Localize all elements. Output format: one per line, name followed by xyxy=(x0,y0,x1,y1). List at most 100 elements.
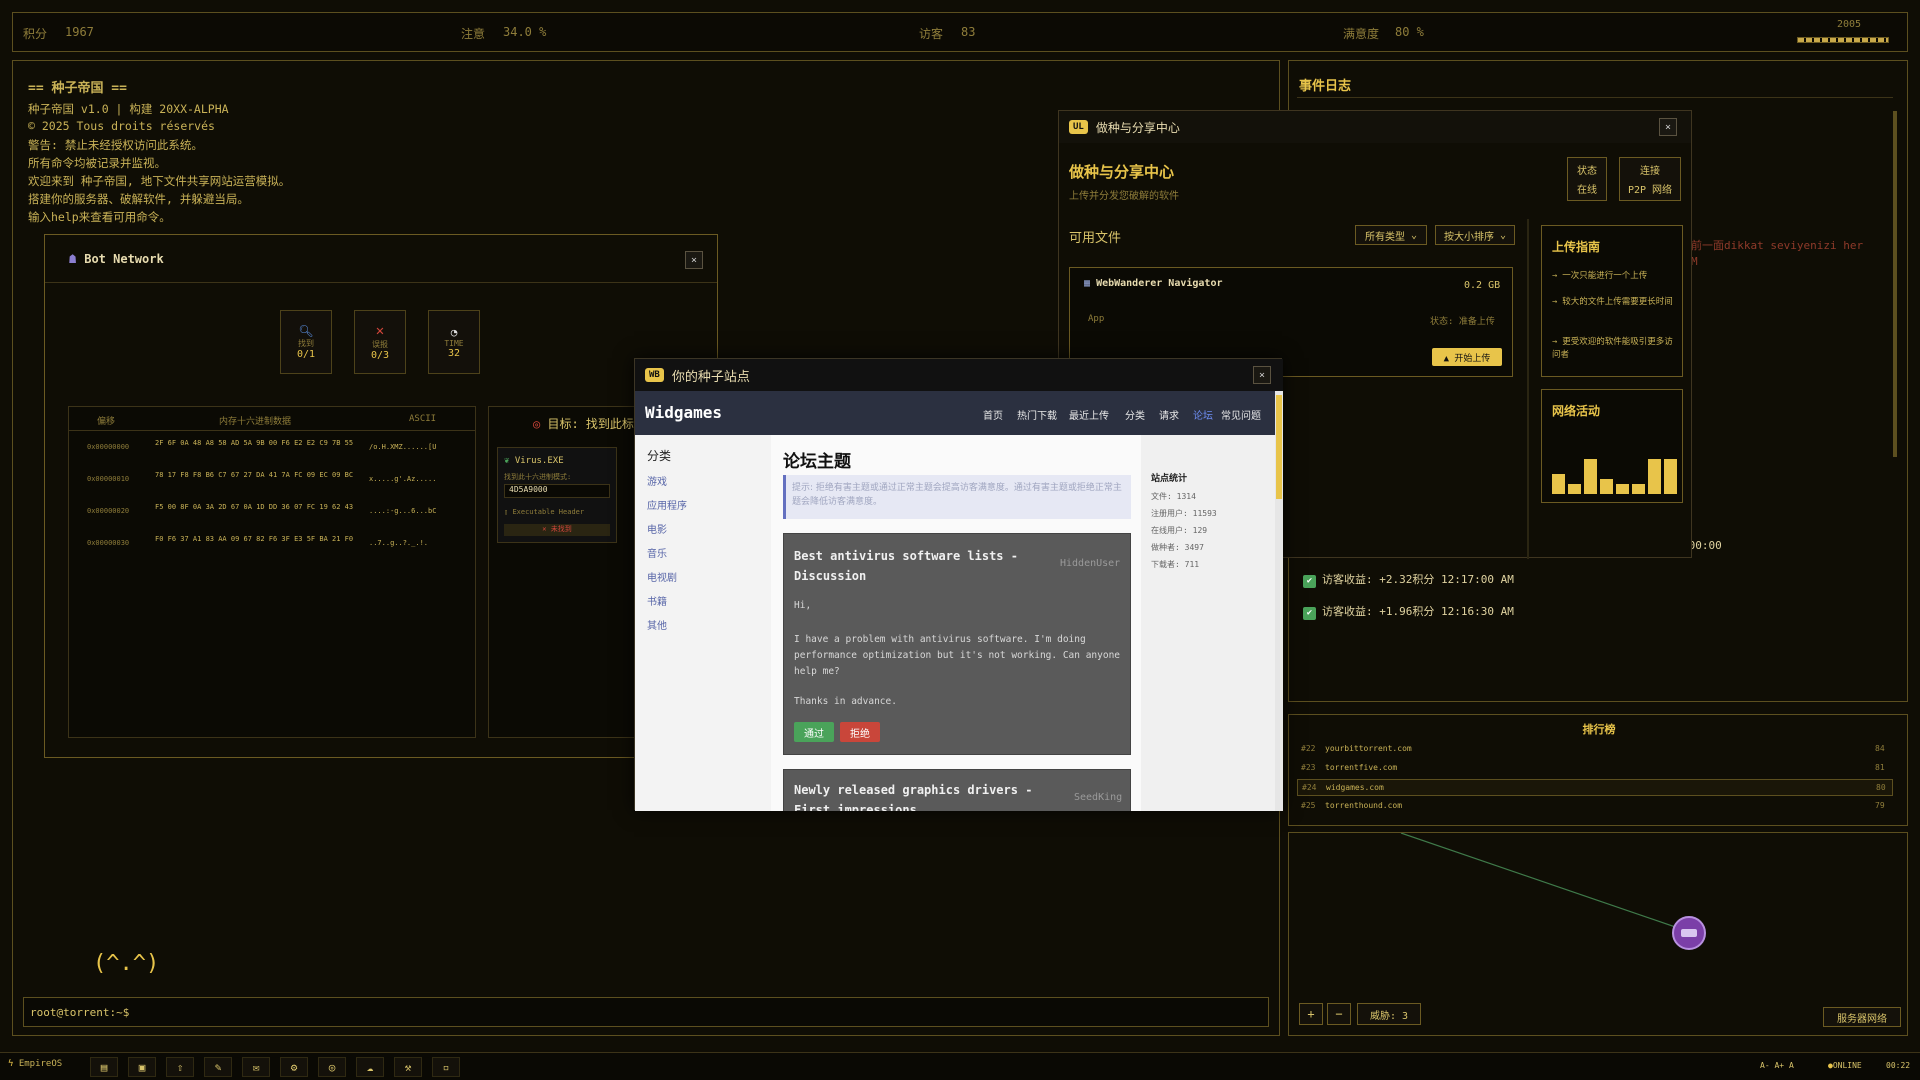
nav-link[interactable]: 首页 xyxy=(983,407,1003,422)
upload-icon[interactable]: ⇧ xyxy=(166,1057,194,1077)
sidebar-category[interactable]: 电视剧 xyxy=(647,569,677,584)
folder-icon[interactable]: ▣ xyxy=(128,1057,156,1077)
scrollbar[interactable] xyxy=(1893,111,1897,457)
site-brand[interactable]: Widgames xyxy=(645,403,722,422)
stat-item: 文件: 1314 xyxy=(1151,492,1196,501)
leaderboard-row[interactable]: #23 torrentfive.com 81 xyxy=(1297,760,1893,777)
activity-bar xyxy=(1600,479,1613,494)
hammer-icon[interactable]: ⚒ xyxy=(394,1057,422,1077)
mascot-icon: (^.^) xyxy=(93,951,160,976)
file-status: 状态: 准备上传 xyxy=(1430,317,1495,327)
event-item: ✔ 访客收益: +2.32积分 12:17:00 AM xyxy=(1303,571,1514,588)
torrent-site-window: WB 你的种子站点 × Widgames 首页 热门下载 最近上传 分类 请求 论坛 常见问… xyxy=(634,358,1283,811)
arrow-icon: → xyxy=(1552,297,1563,307)
sidebar-category[interactable]: 电影 xyxy=(647,521,667,536)
hex-table: 偏移 内存十六进制数据 ASCII 0x00000000 2F 6F 0A 48 … xyxy=(68,406,476,738)
arrow-icon: → xyxy=(1552,271,1563,281)
type-filter-select[interactable]: 所有类型 ⌄ xyxy=(1355,225,1427,245)
nav-link[interactable]: 论坛 xyxy=(1193,407,1213,422)
post-body: I have a problem with antivirus software… xyxy=(794,634,1121,677)
activity-bar xyxy=(1568,484,1581,494)
rank-site: torrentfive.com xyxy=(1325,763,1398,772)
font-size-controls[interactable]: A- A+ A xyxy=(1760,1061,1794,1070)
tile-label: 找到 xyxy=(298,339,314,348)
sort-select[interactable]: 按大小排序 ⌄ xyxy=(1435,225,1515,245)
terminal-header: == 种子帝国 == xyxy=(28,81,127,96)
close-button[interactable]: × xyxy=(1253,366,1271,384)
start-button[interactable]: ϟ EmpireOS xyxy=(8,1059,62,1069)
reject-button[interactable]: 拒绝 xyxy=(840,722,880,742)
close-button[interactable]: × xyxy=(685,251,703,269)
window-title: 你的种子站点 xyxy=(671,369,750,385)
hex-ascii: ..7..g..?._.!. xyxy=(369,539,429,547)
sidebar-category[interactable]: 应用程序 xyxy=(647,497,687,512)
attention-label: 注意 xyxy=(461,27,486,41)
status-badge: 状态 在线 xyxy=(1567,157,1607,201)
visitors-label: 访客 xyxy=(919,27,944,41)
approve-button[interactable]: 通过 xyxy=(794,722,834,742)
guide-item: → 一次只能进行一个上传 xyxy=(1552,271,1648,281)
target-icon: ◎ xyxy=(533,417,541,431)
forum-title: 论坛主题 xyxy=(783,452,851,472)
terminal-input[interactable]: root@torrent:~$ xyxy=(23,997,1269,1027)
edit-icon[interactable]: ✎ xyxy=(204,1057,232,1077)
leaderboard-row[interactable]: #22 yourbittorrent.com 84 xyxy=(1297,741,1893,758)
nav-link[interactable]: 常见问题 xyxy=(1221,407,1261,422)
activity-bar xyxy=(1664,459,1677,494)
sidebar-category[interactable]: 游戏 xyxy=(647,473,667,488)
nav-link[interactable]: 分类 xyxy=(1125,407,1145,422)
nav-link[interactable]: 请求 xyxy=(1159,407,1179,422)
zoom-out-button[interactable]: − xyxy=(1327,1003,1351,1025)
leaderboard-panel: 排行榜 #22 yourbittorrent.com 84 #23 torrentfiv… xyxy=(1288,714,1908,826)
bolt-icon: ϟ xyxy=(8,1059,14,1069)
forum-hint: 提示: 拒绝有害主题或通过正常主题会提高访客满意度。通过有害主题或拒绝正常主题会… xyxy=(783,475,1131,519)
sidebar-category[interactable]: 其他 xyxy=(647,617,667,632)
column-header: 内存十六进制数据 xyxy=(219,417,292,427)
nav-link[interactable]: 热门下载 xyxy=(1017,407,1057,422)
activity-bar xyxy=(1648,459,1661,494)
chat-icon[interactable]: ☁ xyxy=(356,1057,384,1077)
leaderboard-row[interactable]: #24 widgames.com 80 xyxy=(1297,779,1893,796)
mail-icon[interactable]: ✉ xyxy=(242,1057,270,1077)
event-item: ✔ 访客收益: +1.96积分 12:16:30 AM xyxy=(1303,603,1514,620)
forum-post: Newly released graphics drivers - First … xyxy=(783,769,1131,811)
activity-bar xyxy=(1584,459,1597,494)
sidebar-category[interactable]: 书籍 xyxy=(647,593,667,608)
file-type: App xyxy=(1088,314,1105,324)
site-stats: 站点统计 文件: 1314 注册用户: 11593 在线用户: 129 做种者: 34… xyxy=(1141,435,1275,811)
event-text: 访客收益: +2.32积分 12:17:00 AM xyxy=(1322,573,1514,586)
zoom-in-button[interactable]: + xyxy=(1299,1003,1323,1025)
sidebar-category[interactable]: 音乐 xyxy=(647,545,667,560)
close-button[interactable]: × xyxy=(1659,118,1677,136)
window-title: Bot Network xyxy=(84,251,164,266)
post-user: SeedKing xyxy=(1074,792,1123,803)
hex-ascii: ....:-g...6...bC xyxy=(369,507,437,515)
terminal-line: 所有命令均被记录并监视。 xyxy=(28,156,166,170)
scrollbar[interactable] xyxy=(1275,391,1283,811)
nav-link[interactable]: 最近上传 xyxy=(1069,407,1109,422)
arrow-icon: → xyxy=(1552,337,1563,347)
globe-icon[interactable]: ◎ xyxy=(318,1057,346,1077)
found-tile: 🔍︎ 找到 0/1 xyxy=(280,310,332,374)
stat-item: 下载者: 711 xyxy=(1151,560,1200,569)
satisfaction-label: 满意度 xyxy=(1343,27,1380,41)
pattern-value: 4D5A9000 xyxy=(504,484,610,498)
post-title: Best antivirus software lists - Discussi… xyxy=(794,549,1018,583)
tile-label: 误报 xyxy=(372,340,388,349)
guide-title: 上传指南 xyxy=(1552,240,1601,254)
network-map-panel: + − 威胁: 3 服务器网络 xyxy=(1288,832,1908,1036)
post-title: Newly released graphics drivers - First … xyxy=(794,783,1033,811)
server-network-button[interactable]: 服务器网络 xyxy=(1823,1007,1901,1027)
start-upload-button[interactable]: ▲ 开始上传 xyxy=(1432,348,1502,366)
rank-site: torrenthound.com xyxy=(1325,801,1403,810)
gear-icon[interactable]: ⚙ xyxy=(280,1057,308,1077)
upload-guide: 上传指南 → 一次只能进行一个上传 → 较大的文件上传需要更长时间 → 更受欢迎的软… xyxy=(1541,225,1683,377)
activity-bar xyxy=(1616,484,1629,494)
terminal-line: 警告: 禁止未经授权访问此系统。 xyxy=(28,138,203,152)
blank-icon[interactable]: ▫ xyxy=(432,1057,460,1077)
window-icon[interactable]: ▤ xyxy=(90,1057,118,1077)
window-title: 做种与分享中心 xyxy=(1095,120,1180,135)
leaderboard-row[interactable]: #25 torrenthound.com 79 xyxy=(1297,798,1893,815)
rank-site: yourbittorrent.com xyxy=(1325,744,1412,753)
hex-offset: 0x00000000 xyxy=(87,443,130,451)
